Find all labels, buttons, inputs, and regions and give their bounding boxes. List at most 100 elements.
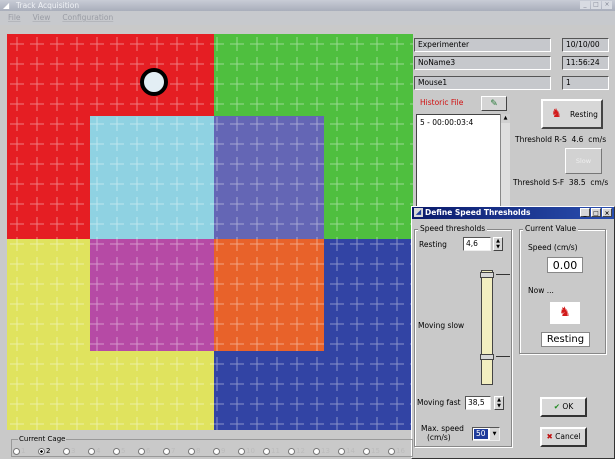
cage-option[interactable]: 7 — [163, 447, 175, 455]
radio-icon[interactable] — [363, 447, 370, 455]
subject-field[interactable]: Mouse1 — [414, 76, 551, 90]
speed-thresholds-group — [414, 229, 512, 447]
cage-option-label: 12 — [296, 447, 305, 455]
cage-option[interactable]: 4 — [88, 447, 100, 455]
cage-option-label: 10 — [246, 447, 255, 455]
resting-threshold-input[interactable]: 4,6 — [463, 237, 491, 251]
close-icon[interactable]: × — [602, 1, 612, 9]
ok-button[interactable]: ✔ OK — [540, 397, 587, 417]
cancel-button[interactable]: ✖ Cancel — [540, 427, 587, 447]
radio-icon[interactable] — [163, 447, 170, 455]
radio-icon[interactable] — [88, 447, 95, 455]
radio-icon[interactable] — [263, 447, 270, 455]
cage-option[interactable]: 3 — [63, 447, 75, 455]
cage-option[interactable]: 11 — [263, 447, 280, 455]
cage-option[interactable]: 13 — [313, 447, 330, 455]
cage-option-label: 9 — [221, 447, 226, 455]
moving-fast-label: Moving fast — [417, 398, 461, 407]
resting-label: Resting — [419, 240, 447, 249]
scroll-up-icon[interactable]: ▲ — [501, 114, 510, 123]
radio-icon[interactable] — [288, 447, 295, 455]
max-speed-select[interactable]: 50 ▼ — [472, 427, 500, 441]
menu-configuration[interactable]: Configuration — [62, 11, 113, 25]
dialog-title-bar[interactable]: ◢ Define Speed Thresholds _ □ × — [412, 207, 614, 219]
historic-list[interactable]: 5 - 00:00:03:4 — [416, 114, 501, 214]
radio-icon[interactable] — [188, 447, 195, 455]
menu-file[interactable]: File — [8, 11, 21, 25]
radio-icon[interactable] — [213, 447, 220, 455]
historic-file-button[interactable]: ✎ — [481, 96, 507, 111]
maximize-icon[interactable]: □ — [591, 1, 601, 9]
cage-option-label: 1 — [21, 447, 26, 455]
moving-fast-input[interactable]: 38,5 — [465, 396, 491, 410]
radio-icon[interactable] — [388, 447, 395, 455]
cancel-x-icon: ✖ — [546, 432, 553, 441]
zone-slate-blue — [214, 116, 324, 240]
ok-label: OK — [562, 402, 574, 411]
max-speed-label: Max. speed — [421, 424, 464, 433]
speed-label: Speed (cm/s) — [528, 243, 578, 252]
speed-thresholds-group-label: Speed thresholds — [418, 224, 488, 233]
cage-option-label: 14 — [346, 447, 355, 455]
radio-icon[interactable] — [63, 447, 70, 455]
cage-option-label: 11 — [271, 447, 280, 455]
cage-option[interactable]: 8 — [188, 447, 200, 455]
resting-spinner[interactable]: ▲ ▼ — [493, 237, 503, 251]
radio-icon[interactable] — [13, 447, 20, 455]
radio-icon[interactable] — [138, 447, 145, 455]
radio-icon[interactable] — [38, 447, 45, 455]
title-bar: ◢ Track Acquisition _ □ × — [0, 0, 615, 11]
speed-slider-track[interactable] — [481, 270, 493, 385]
cage-option[interactable]: 15 — [363, 447, 380, 455]
arena-view[interactable] — [7, 34, 413, 430]
pen-icon: ✎ — [490, 99, 498, 109]
radio-icon[interactable] — [113, 447, 120, 455]
cage-option-label: 5 — [121, 447, 126, 455]
historic-file-label: Historic File — [420, 98, 464, 107]
cage-option[interactable]: 16 — [388, 447, 405, 455]
resting-status-label: Resting — [570, 110, 598, 119]
cancel-label: Cancel — [555, 432, 581, 441]
current-value-group-label: Current Value — [523, 224, 579, 233]
dialog-close-icon[interactable]: × — [602, 208, 612, 217]
radio-icon[interactable] — [313, 447, 320, 455]
fast-slider-thumb[interactable] — [480, 354, 494, 360]
cage-option-label: 6 — [146, 447, 151, 455]
moving-slow-label: Moving slow — [418, 321, 465, 330]
minimize-icon[interactable]: _ — [580, 1, 590, 9]
cage-option[interactable]: 5 — [113, 447, 125, 455]
cage-option[interactable]: 12 — [288, 447, 305, 455]
historic-scrollbar[interactable]: ▲ — [500, 114, 510, 214]
state-icon-box: ♞ — [550, 302, 580, 324]
window-title: Track Acquisition — [16, 1, 80, 10]
cage-option-label: 16 — [396, 447, 405, 455]
dialog-minimize-icon[interactable]: _ — [580, 208, 590, 217]
experimenter-field[interactable]: Experimenter — [414, 38, 551, 52]
cage-option[interactable]: 10 — [238, 447, 255, 455]
cage-option-label: 4 — [96, 447, 101, 455]
resting-slider-thumb[interactable] — [480, 272, 494, 278]
cage-option[interactable]: 1 — [13, 447, 25, 455]
session-name-field[interactable]: NoName3 — [414, 56, 551, 70]
list-item[interactable]: 5 - 00:00:03:4 — [420, 118, 473, 127]
radio-icon[interactable] — [238, 447, 245, 455]
cage-option[interactable]: 2 — [38, 447, 50, 455]
subject-number-field: 1 — [562, 76, 609, 90]
cage-option[interactable]: 14 — [338, 447, 355, 455]
menu-view[interactable]: View — [33, 11, 51, 25]
max-speed-value: 50 — [474, 429, 488, 439]
dialog-maximize-icon[interactable]: □ — [591, 208, 601, 217]
dialog-title: Define Speed Thresholds — [425, 208, 531, 217]
chevron-down-icon[interactable]: ▼ — [490, 428, 499, 440]
cage-option[interactable]: 6 — [138, 447, 150, 455]
date-field: 10/10/00 — [562, 38, 609, 52]
resting-status-button[interactable]: ♞ Resting — [541, 99, 603, 129]
current-cage-label: Current Cage — [18, 435, 67, 443]
radio-icon[interactable] — [338, 447, 345, 455]
moving-fast-spinner[interactable]: ▲ ▼ — [494, 396, 504, 410]
cage-option-label: 13 — [321, 447, 330, 455]
cage-option-label: 3 — [71, 447, 76, 455]
time-field: 11:56:24 — [562, 56, 609, 70]
cage-option[interactable]: 9 — [213, 447, 225, 455]
current-state-value: Resting — [541, 332, 590, 347]
